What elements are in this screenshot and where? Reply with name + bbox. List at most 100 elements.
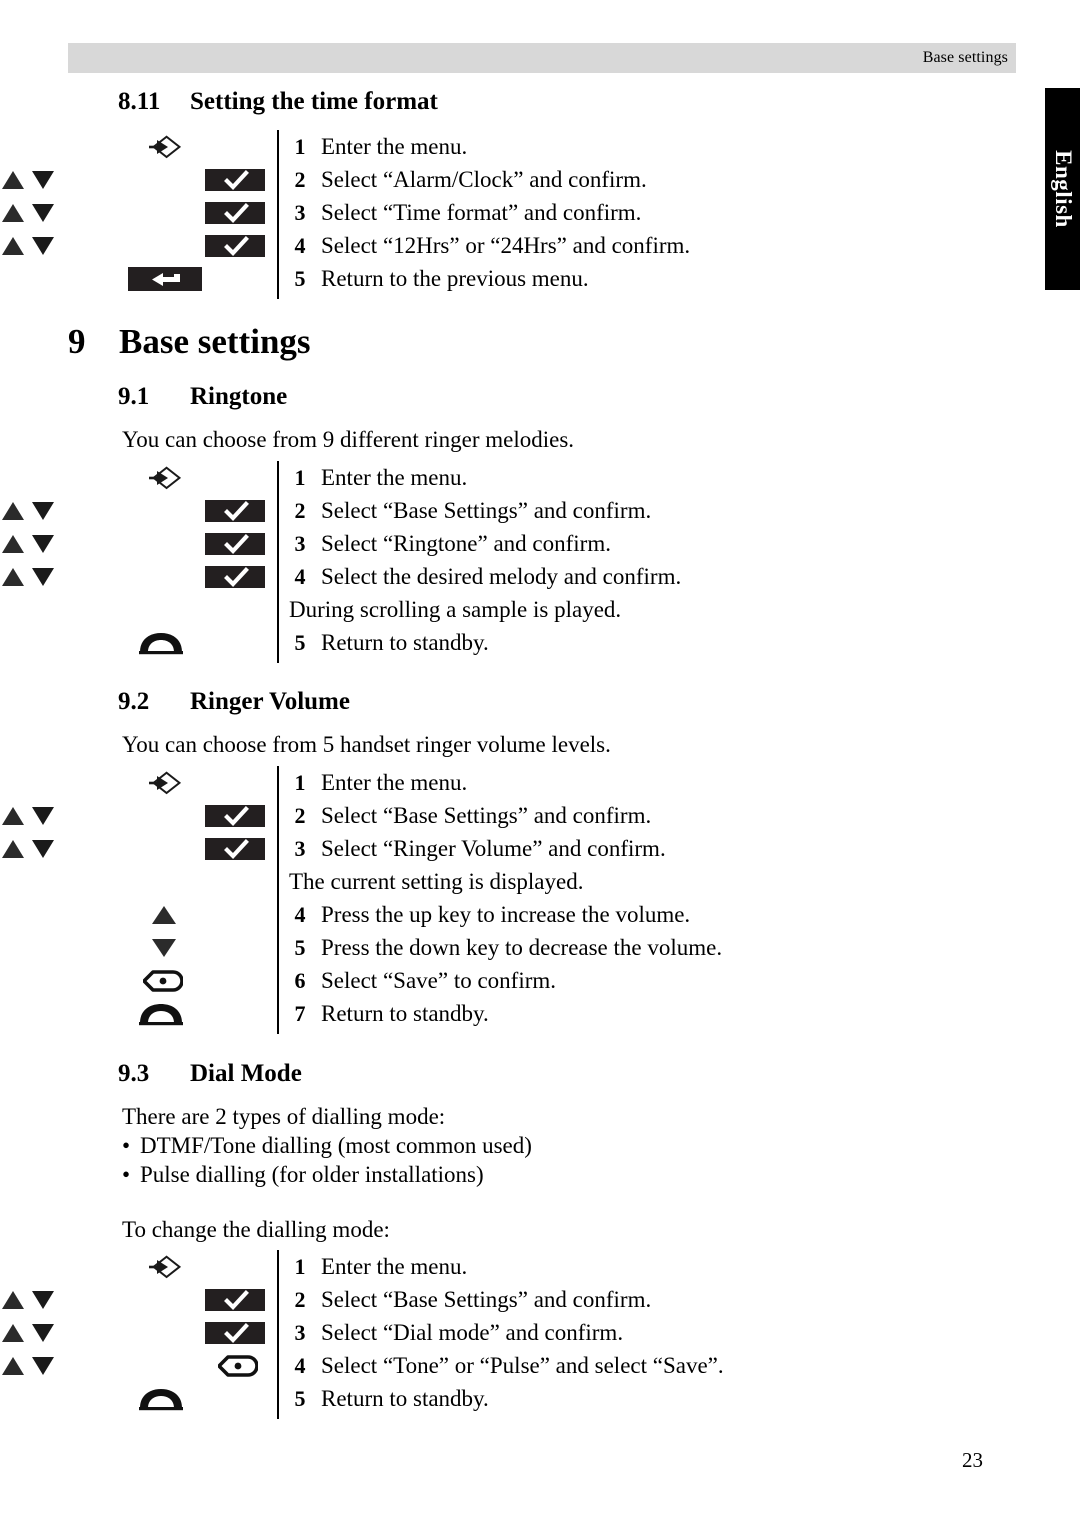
confirm-softkey-icon bbox=[205, 804, 265, 827]
step-icons bbox=[0, 1349, 277, 1382]
steps-divider-rule bbox=[277, 130, 279, 299]
step-row: 2 Select “Alarm/Clock” and confirm. bbox=[0, 163, 1020, 196]
step-row: 5 Return to standby. bbox=[0, 626, 1020, 659]
bullet-marker: • bbox=[122, 1162, 131, 1187]
steps-divider-rule bbox=[277, 766, 279, 1034]
step-text: Select “Save” to confirm. bbox=[321, 967, 557, 993]
intro-9-2: You can choose from 5 handset ringer vol… bbox=[122, 732, 611, 757]
step-icons bbox=[0, 262, 277, 295]
heading-9: 9 Base settings bbox=[0, 322, 311, 362]
heading-9-3-title: Dial Mode bbox=[190, 1060, 302, 1087]
language-tab-label: English bbox=[1051, 150, 1076, 228]
step-row: 2 Select “Base Settings” and confirm. bbox=[0, 494, 1020, 527]
up-down-arrows-icon bbox=[0, 233, 56, 259]
step-icons bbox=[0, 626, 277, 659]
intro2-9-3: To change the dialling mode: bbox=[122, 1217, 390, 1242]
step-row: 3 Select “Ringtone” and confirm. bbox=[0, 527, 1020, 560]
step-row: 5 Return to standby. bbox=[0, 1382, 1020, 1415]
heading-8-11-number: 8.11 bbox=[118, 88, 161, 115]
steps-9-2: 1 Enter the menu. 2 Select “Base Settings”… bbox=[0, 766, 1020, 1034]
step-number: 3 bbox=[294, 1319, 306, 1345]
up-down-arrows-icon bbox=[0, 1320, 56, 1346]
step-number: 1 bbox=[294, 769, 306, 795]
step-row: 1 Enter the menu. bbox=[0, 1250, 1020, 1283]
confirm-softkey-icon bbox=[205, 565, 265, 588]
step-number: 6 bbox=[294, 967, 306, 993]
step-row: 2 Select “Base Settings” and confirm. bbox=[0, 1283, 1020, 1316]
bullet-item-1: • Pulse dialling (for older installation… bbox=[0, 1160, 1022, 1189]
step-note-text: During scrolling a sample is played. bbox=[289, 596, 622, 622]
bullet-text: Pulse dialling (for older installations) bbox=[140, 1162, 484, 1187]
intro-9-1: You can choose from 9 different ringer m… bbox=[122, 427, 575, 452]
step-icons bbox=[0, 593, 277, 626]
up-down-arrows-icon bbox=[0, 564, 56, 590]
step-number: 4 bbox=[294, 232, 306, 258]
heading-9-number: 9 bbox=[68, 322, 86, 361]
step-text: Return to standby. bbox=[321, 1000, 489, 1026]
heading-9-2: 9.2 Ringer Volume bbox=[0, 688, 350, 716]
step-icons bbox=[0, 163, 277, 196]
step-icons bbox=[0, 1283, 277, 1316]
step-row: 4 Press the up key to increase the volume… bbox=[0, 898, 1020, 931]
step-row: 1 Enter the menu. bbox=[0, 130, 1020, 163]
step-row: 1 Enter the menu. bbox=[0, 766, 1020, 799]
step-number: 4 bbox=[294, 1352, 306, 1378]
up-down-arrows-icon bbox=[0, 531, 56, 557]
step-text: Select “Base Settings” and confirm. bbox=[321, 802, 652, 828]
step-text: Enter the menu. bbox=[321, 133, 468, 159]
step-row: 3 Select “Ringer Volume” and confirm. bbox=[0, 832, 1020, 865]
step-icons bbox=[0, 229, 277, 262]
step-number: 4 bbox=[294, 901, 306, 927]
confirm-softkey-icon bbox=[205, 201, 265, 224]
page-number: 23 bbox=[962, 1448, 983, 1472]
heading-9-1-title: Ringtone bbox=[190, 383, 288, 410]
step-icons bbox=[0, 1316, 277, 1349]
steps-8-11: 1 Enter the menu. 2 Select “Alarm/Clock” a… bbox=[0, 130, 1020, 299]
step-icons bbox=[0, 931, 277, 964]
step-number: 3 bbox=[294, 835, 306, 861]
step-row: 2 Select “Base Settings” and confirm. bbox=[0, 799, 1020, 832]
running-header-bar: Base settings bbox=[68, 43, 1016, 73]
step-text: Select “Ringer Volume” and confirm. bbox=[321, 835, 666, 861]
step-row: 5 Return to the previous menu. bbox=[0, 262, 1020, 295]
step-icons bbox=[0, 799, 277, 832]
step-text: Select “Ringtone” and confirm. bbox=[321, 530, 611, 556]
step-text: Select “Time format” and confirm. bbox=[321, 199, 642, 225]
step-row: 3 Select “Time format” and confirm. bbox=[0, 196, 1020, 229]
step-number: 5 bbox=[294, 1385, 306, 1411]
menu-enter-icon bbox=[148, 465, 182, 491]
step-row: 4 Select “Tone” or “Pulse” and select “Sa… bbox=[0, 1349, 1020, 1382]
confirm-softkey-icon bbox=[205, 837, 265, 860]
bullet-text: DTMF/Tone dialling (most common used) bbox=[140, 1133, 532, 1158]
up-down-arrows-icon bbox=[0, 200, 56, 226]
step-text: Select “Tone” or “Pulse” and select “Sav… bbox=[321, 1352, 724, 1378]
steps-divider-rule bbox=[277, 1250, 279, 1419]
step-icons bbox=[0, 766, 277, 799]
step-row: 4 Select the desired melody and confirm. bbox=[0, 560, 1020, 593]
save-softkey-icon bbox=[218, 1354, 258, 1378]
step-row: 3 Select “Dial mode” and confirm. bbox=[0, 1316, 1020, 1349]
step-icons bbox=[0, 527, 277, 560]
confirm-softkey-icon bbox=[205, 234, 265, 257]
menu-enter-icon bbox=[148, 770, 182, 796]
step-number: 3 bbox=[294, 199, 306, 225]
confirm-softkey-icon bbox=[205, 1321, 265, 1344]
confirm-softkey-icon bbox=[205, 1288, 265, 1311]
step-note-text: The current setting is displayed. bbox=[289, 868, 584, 894]
step-text: Select “Alarm/Clock” and confirm. bbox=[321, 166, 647, 192]
step-row: 5 Press the down key to decrease the volu… bbox=[0, 931, 1020, 964]
menu-enter-icon bbox=[148, 1254, 182, 1280]
confirm-softkey-icon bbox=[205, 532, 265, 555]
step-text: Select “12Hrs” or “24Hrs” and confirm. bbox=[321, 232, 691, 258]
step-text: Select “Base Settings” and confirm. bbox=[321, 1286, 652, 1312]
heading-8-11-title: Setting the time format bbox=[190, 88, 438, 115]
step-icons bbox=[0, 196, 277, 229]
step-text: Select the desired melody and confirm. bbox=[321, 563, 682, 589]
step-number: 5 bbox=[294, 934, 306, 960]
step-text: Return to standby. bbox=[321, 629, 489, 655]
step-text: Return to the previous menu. bbox=[321, 265, 589, 291]
confirm-softkey-icon bbox=[205, 499, 265, 522]
steps-9-1: 1 Enter the menu. 2 Select “Base Settings”… bbox=[0, 461, 1020, 663]
step-number: 5 bbox=[294, 629, 306, 655]
up-down-arrows-icon bbox=[0, 167, 56, 193]
